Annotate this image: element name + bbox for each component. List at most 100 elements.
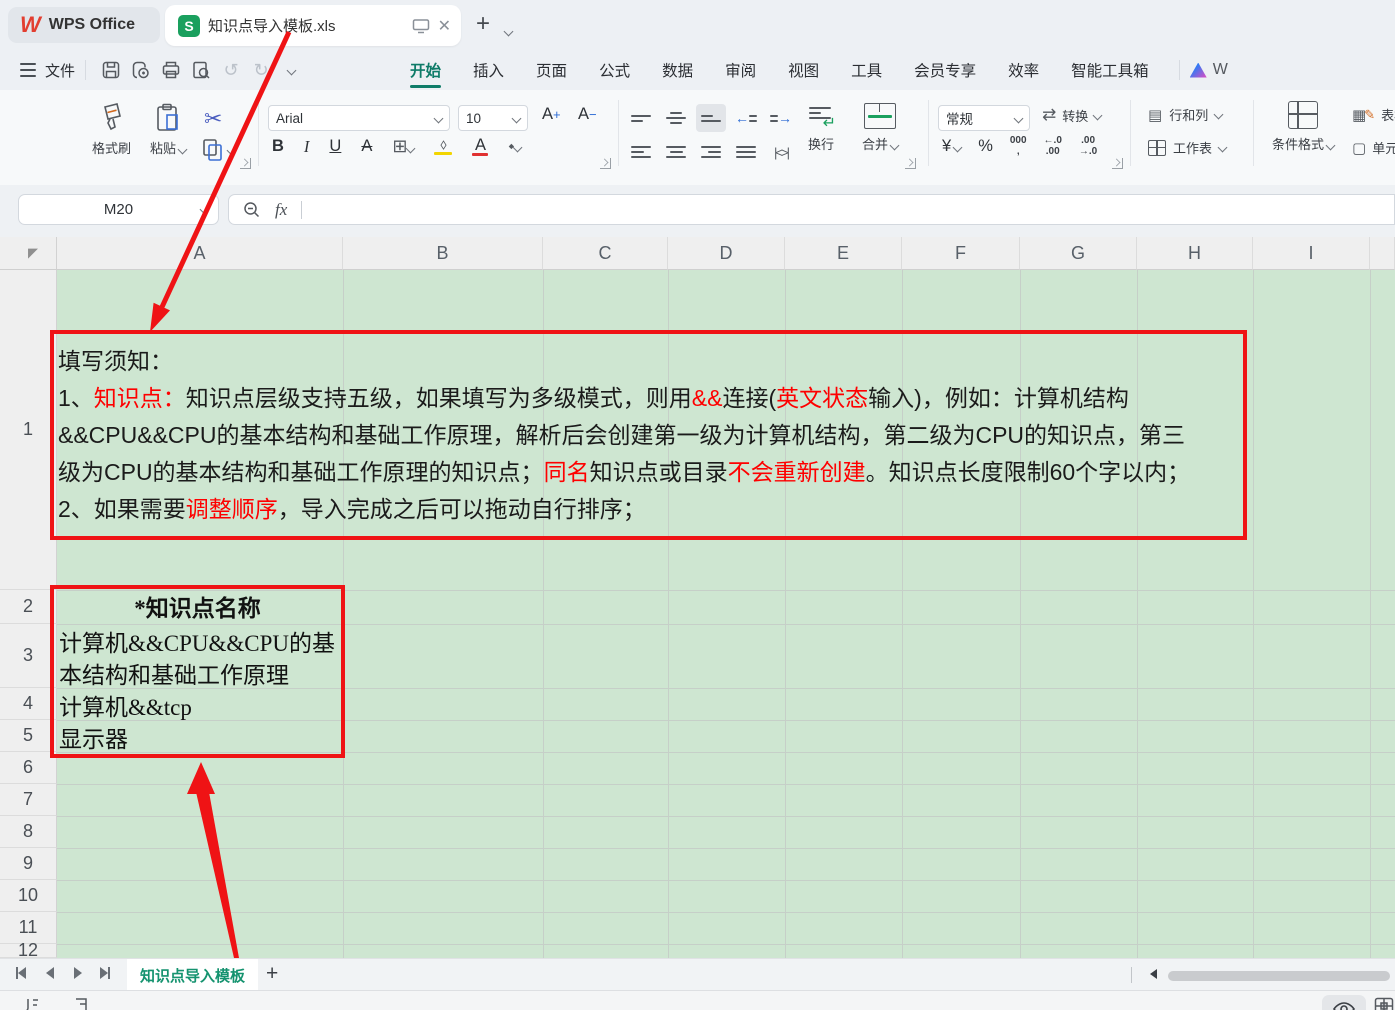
row-header[interactable]: 8 bbox=[0, 816, 57, 848]
cut-button[interactable]: ✂ bbox=[204, 106, 222, 132]
increase-decimal-button[interactable]: ←.0.00 bbox=[1044, 136, 1062, 157]
column-header[interactable]: G bbox=[1020, 237, 1137, 270]
menu-tab[interactable]: 智能工具箱 bbox=[1055, 50, 1165, 90]
scroll-left-icon[interactable] bbox=[1150, 969, 1157, 979]
table-style-button[interactable]: ▦✎ 表格样式 bbox=[1352, 105, 1395, 124]
quickbar-more-chevron-icon[interactable] bbox=[276, 56, 306, 84]
cell-reference-box[interactable]: M20 bbox=[18, 194, 219, 225]
eye-protection-button[interactable] bbox=[1322, 995, 1366, 1010]
wps-ai-icon[interactable] bbox=[1190, 63, 1207, 78]
column-header[interactable]: I bbox=[1253, 237, 1370, 270]
decrease-font-button[interactable]: A− bbox=[578, 105, 597, 124]
cells-button[interactable]: ▢单元格 bbox=[1352, 138, 1395, 157]
currency-format-button[interactable]: ¥ bbox=[942, 137, 961, 156]
increase-font-button[interactable]: A+ bbox=[542, 105, 561, 124]
font-size-select[interactable]: 10 bbox=[458, 105, 528, 131]
justify-button[interactable] bbox=[731, 138, 761, 166]
menu-tab[interactable]: 插入 bbox=[457, 50, 520, 90]
save-icon[interactable] bbox=[96, 56, 126, 84]
document-tab[interactable]: S 知识点导入模板.xls ✕ bbox=[165, 5, 461, 46]
column-header[interactable]: A bbox=[57, 237, 343, 270]
row-header[interactable]: 4 bbox=[0, 688, 57, 720]
js-macro-icon[interactable] bbox=[22, 997, 42, 1010]
convert-button[interactable]: ⇄转换 bbox=[1042, 105, 1101, 125]
print-icon[interactable] bbox=[156, 56, 186, 84]
wrap-text-button[interactable]: ↵ 换行 bbox=[808, 103, 834, 153]
align-center-button[interactable] bbox=[661, 138, 691, 166]
decrease-decimal-button[interactable]: .00→.0 bbox=[1079, 136, 1097, 157]
prev-sheet-icon[interactable] bbox=[46, 967, 54, 979]
menu-tab[interactable]: 视图 bbox=[772, 50, 835, 90]
thousands-separator-button[interactable]: 000, bbox=[1010, 136, 1027, 157]
undo-icon[interactable]: ↺ bbox=[216, 56, 246, 84]
horizontal-scrollbar[interactable] bbox=[1168, 971, 1390, 981]
menu-tab[interactable]: 数据 bbox=[646, 50, 709, 90]
add-sheet-button[interactable]: + bbox=[266, 962, 278, 986]
search-icon[interactable] bbox=[243, 201, 261, 219]
row-header[interactable]: 7 bbox=[0, 784, 57, 816]
outline-icon[interactable] bbox=[74, 997, 92, 1010]
export-pdf-icon[interactable] bbox=[126, 56, 156, 84]
column-header[interactable] bbox=[1370, 237, 1395, 270]
formula-bar[interactable]: fx bbox=[228, 194, 1395, 225]
percent-format-button[interactable]: % bbox=[978, 137, 993, 156]
sheet-tab[interactable]: 知识点导入模板 bbox=[127, 959, 258, 991]
number-format-select[interactable]: 常规 bbox=[938, 105, 1030, 131]
wps-home-button[interactable]: W WPS Office bbox=[8, 7, 160, 43]
underline-button[interactable]: U bbox=[329, 137, 341, 156]
first-sheet-icon[interactable] bbox=[16, 967, 26, 979]
format-painter-button[interactable]: 格式刷 bbox=[92, 103, 131, 157]
redo-icon[interactable]: ↻ bbox=[246, 56, 276, 84]
bold-button[interactable]: B bbox=[272, 137, 284, 156]
fill-color-button[interactable]: ⬨ bbox=[434, 138, 452, 155]
hamburger-menu-icon[interactable] bbox=[20, 63, 36, 77]
font-group-expander[interactable] bbox=[600, 158, 611, 169]
align-bottom-button[interactable] bbox=[696, 104, 726, 132]
menu-tab[interactable]: 页面 bbox=[520, 50, 583, 90]
row-header[interactable]: 1 bbox=[0, 270, 57, 590]
align-top-button[interactable] bbox=[626, 104, 656, 132]
row-header[interactable]: 12 bbox=[0, 944, 57, 958]
decrease-indent-button[interactable]: ← bbox=[731, 104, 761, 132]
italic-button[interactable]: I bbox=[304, 137, 310, 157]
clipboard-group-expander[interactable] bbox=[240, 158, 251, 169]
menu-tab[interactable]: 会员专享 bbox=[898, 50, 992, 90]
column-header[interactable]: C bbox=[543, 237, 668, 270]
copy-button[interactable] bbox=[202, 138, 235, 162]
menu-tab[interactable]: 开始 bbox=[394, 50, 457, 90]
menu-tab[interactable]: 公式 bbox=[583, 50, 646, 90]
paste-button[interactable]: 粘贴 bbox=[150, 103, 186, 157]
row-header[interactable]: 9 bbox=[0, 848, 57, 880]
align-left-button[interactable] bbox=[626, 138, 656, 166]
conditional-format-button[interactable]: 条件格式 bbox=[1272, 101, 1334, 153]
rows-columns-button[interactable]: ▤行和列 bbox=[1148, 105, 1222, 124]
worksheet-button[interactable]: 工作表 bbox=[1148, 138, 1226, 157]
row-header[interactable]: 5 bbox=[0, 720, 57, 752]
column-header[interactable]: B bbox=[343, 237, 543, 270]
file-menu[interactable]: 文件 bbox=[45, 60, 75, 81]
print-preview-icon[interactable] bbox=[186, 56, 216, 84]
row-header[interactable]: 2 bbox=[0, 590, 57, 624]
column-header[interactable]: D bbox=[668, 237, 785, 270]
number-group-expander[interactable] bbox=[1112, 158, 1123, 169]
highlight-cross-icon[interactable] bbox=[1374, 997, 1394, 1010]
tab-list-chevron-icon[interactable] bbox=[505, 22, 512, 40]
select-all-corner[interactable]: ◤ bbox=[0, 237, 57, 270]
column-header[interactable]: H bbox=[1137, 237, 1253, 270]
column-header[interactable]: E bbox=[785, 237, 902, 270]
clear-format-button[interactable]: ⬩ bbox=[508, 138, 521, 156]
menu-tab[interactable]: 审阅 bbox=[709, 50, 772, 90]
row-header[interactable]: 6 bbox=[0, 752, 57, 784]
strikethrough-button[interactable]: A bbox=[361, 137, 372, 156]
merge-cells-button[interactable]: 合并 bbox=[862, 103, 898, 153]
column-header[interactable]: F bbox=[902, 237, 1020, 270]
new-tab-button[interactable]: + bbox=[476, 12, 490, 36]
fx-icon[interactable]: fx bbox=[275, 200, 287, 220]
font-name-select[interactable]: Arial bbox=[268, 105, 450, 131]
menu-tab[interactable]: 效率 bbox=[992, 50, 1055, 90]
text-orientation-button[interactable]: |<>| bbox=[766, 138, 796, 166]
next-sheet-icon[interactable] bbox=[74, 967, 82, 979]
row-header[interactable]: 3 bbox=[0, 624, 57, 688]
align-right-button[interactable] bbox=[696, 138, 726, 166]
align-middle-button[interactable] bbox=[661, 104, 691, 132]
